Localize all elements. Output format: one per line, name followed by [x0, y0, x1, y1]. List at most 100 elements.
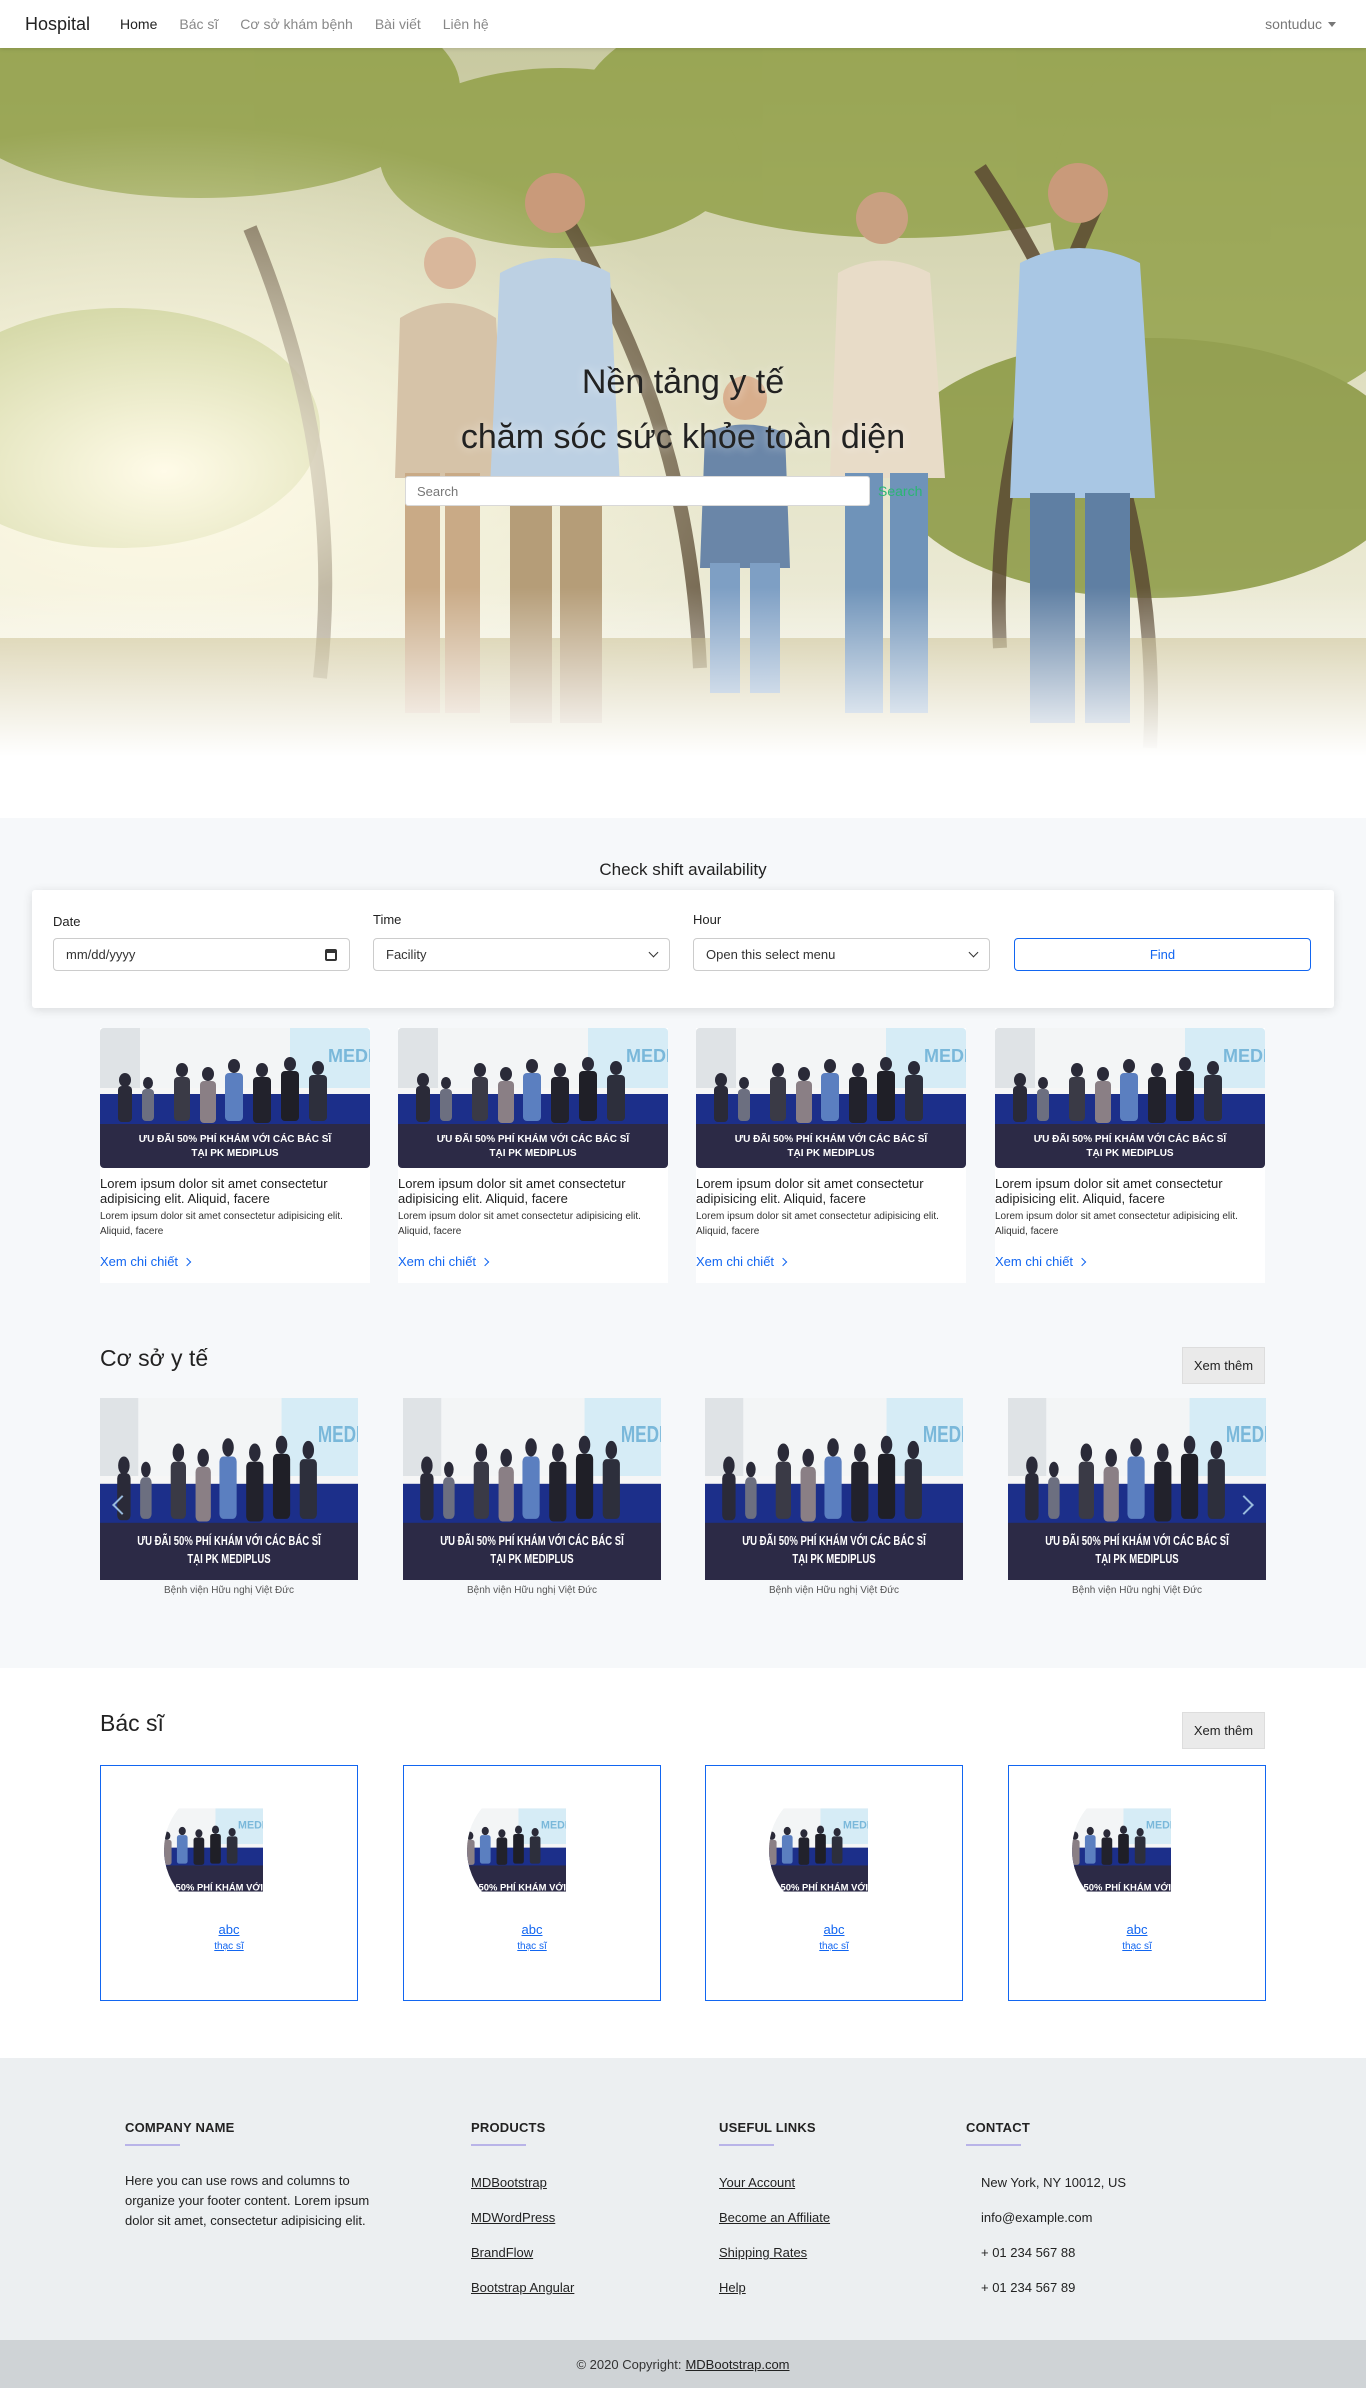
hero-search-input[interactable] — [405, 476, 870, 506]
contact-address: New York, NY 10012, US — [981, 2175, 1127, 2190]
footer: COMPANY NAME Here you can use rows and c… — [0, 2058, 1366, 2340]
doctor-card[interactable]: ƯU ĐÃI 50% PHÍ KHÁM VỚI CÁC BÁC SĨ TẠI P… — [1008, 1765, 1266, 2001]
banner-line2: TẠI PK MEDIPLUS — [787, 1148, 875, 1159]
time-label: Time — [373, 912, 402, 927]
footer-divider — [966, 2144, 1021, 2146]
banner-line1: ƯU ĐÃI 50% PHÍ KHÁM VỚI CÁC BÁC SĨ — [1034, 1132, 1228, 1145]
banner-line1: ƯU ĐÃI 50% PHÍ KHÁM VỚI CÁC BÁC SĨ — [440, 1534, 624, 1549]
copyright-text: © 2020 Copyright: — [576, 2356, 682, 2372]
footer-link-shipping[interactable]: Shipping Rates — [719, 2245, 807, 2260]
banner-line1: ƯU ĐÃI 50% PHÍ KHÁM VỚI CÁC BÁC SĨ — [1045, 1534, 1229, 1549]
news-text: Lorem ipsum dolor sit amet consectetur a… — [995, 1211, 1238, 1237]
footer-link-bootstrap-angular[interactable]: Bootstrap Angular — [471, 2280, 574, 2295]
facility-card[interactable]: ƯU ĐÃI 50% PHÍ KHÁM VỚI CÁC BÁC SĨ TẠI P… — [1008, 1398, 1266, 1598]
read-more-link[interactable]: Xem chi chiết — [696, 1254, 788, 1269]
banner-line1: ƯU ĐÃI 50% PHÍ KHÁM VỚI CÁC BÁC SĨ — [139, 1132, 333, 1145]
doctor-name[interactable]: abc — [1009, 1922, 1265, 1937]
footer-link-help[interactable]: Help — [719, 2280, 746, 2295]
doctors-section: Bác sĩ Xem thêm ƯU ĐÃI 50% PHÍ KHÁM VỚI … — [0, 1668, 1366, 2058]
time-select[interactable]: Facility — [373, 938, 670, 971]
doctors-more-button[interactable]: Xem thêm — [1182, 1712, 1265, 1749]
nav-contact[interactable]: Liên hệ — [443, 16, 489, 32]
calendar-icon[interactable] — [325, 948, 337, 961]
nav-doctors[interactable]: Bác sĩ — [179, 16, 218, 32]
find-button[interactable]: Find — [1014, 938, 1311, 971]
banner-line1: ƯU ĐÃI 50% PHÍ KHÁM VỚI CÁC BÁC SĨ — [1072, 1882, 1204, 1893]
caret-down-icon — [1328, 21, 1336, 27]
doctor-name[interactable]: abc — [404, 1922, 660, 1937]
shift-heading: Check shift availability — [599, 860, 767, 879]
doctor-card[interactable]: ƯU ĐÃI 50% PHÍ KHÁM VỚI CÁC BÁC SĨ TẠI P… — [403, 1765, 661, 2001]
facility-card[interactable]: ƯU ĐÃI 50% PHÍ KHÁM VỚI CÁC BÁC SĨ TẠI P… — [100, 1398, 358, 1598]
hero-search-button[interactable]: Search — [878, 476, 922, 506]
news-card: ƯU ĐÃI 50% PHÍ KHÁM VỚI CÁC BÁC SĨ TẠI P… — [398, 1028, 668, 1283]
facility-name: Bệnh viện Hữu nghị Việt Đức — [1072, 1585, 1202, 1596]
footer-link-mdbootstrap[interactable]: MDBootstrap — [471, 2175, 547, 2190]
shift-section: Check shift availability Date mm/dd/yyyy… — [0, 818, 1366, 1668]
doctor-name[interactable]: abc — [101, 1922, 357, 1937]
news-text: Lorem ipsum dolor sit amet consectetur a… — [100, 1211, 343, 1237]
doctor-card[interactable]: ƯU ĐÃI 50% PHÍ KHÁM VỚI CÁC BÁC SĨ TẠI P… — [705, 1765, 963, 2001]
hero-title-line1: Nền tảng y tế — [581, 363, 785, 401]
footer-products-heading: PRODUCTS — [471, 2120, 546, 2135]
copyright-bar: © 2020 Copyright: MDBootstrap.com — [0, 2340, 1366, 2388]
news-image[interactable]: ƯU ĐÃI 50% PHÍ KHÁM VỚI CÁC BÁC SĨ TẠI P… — [398, 1028, 668, 1168]
facilities-title: Cơ sở y tế — [100, 1345, 209, 1371]
banner-line2: TẠI PK MEDIPLUS — [191, 1148, 279, 1159]
facilities-more-button[interactable]: Xem thêm — [1182, 1347, 1265, 1384]
nav-facilities[interactable]: Cơ sở khám bệnh — [240, 16, 353, 32]
chevron-right-icon — [480, 1257, 490, 1266]
facility-image: ƯU ĐÃI 50% PHÍ KHÁM VỚI CÁC BÁC SĨ TẠI P… — [705, 1398, 963, 1580]
footer-contact: CONTACT New York, NY 10012, US info@exam… — [966, 2120, 1206, 2320]
user-menu[interactable]: sontuduc — [1265, 16, 1336, 32]
read-more-link[interactable]: Xem chi chiết — [100, 1254, 192, 1269]
read-more-label: Xem chi chiết — [995, 1254, 1074, 1269]
doctor-title[interactable]: thạc sĩ — [404, 1941, 660, 1952]
brand-logo[interactable]: Hospital — [25, 14, 90, 35]
banner-line2: TẠI PK MEDIPLUS — [792, 1553, 876, 1567]
banner-line2: TẠI PK MEDIPLUS — [492, 1895, 574, 1906]
nav-articles[interactable]: Bài viết — [375, 16, 421, 32]
doctor-card[interactable]: ƯU ĐÃI 50% PHÍ KHÁM VỚI CÁC BÁC SĨ TẠI P… — [100, 1765, 358, 2001]
news-title: Lorem ipsum dolor sit amet consectetur a… — [995, 1176, 1223, 1206]
read-more-link[interactable]: Xem chi chiết — [398, 1254, 490, 1269]
navbar: Hospital Home Bác sĩ Cơ sở khám bệnh Bài… — [0, 0, 1366, 48]
copyright-link[interactable]: MDBootstrap.com — [685, 2357, 789, 2372]
doctor-title[interactable]: thạc sĩ — [101, 1941, 357, 1952]
footer-link-brandflow[interactable]: BrandFlow — [471, 2245, 533, 2260]
news-card: ƯU ĐÃI 50% PHÍ KHÁM VỚI CÁC BÁC SĨ TẠI P… — [696, 1028, 966, 1283]
doctor-name[interactable]: abc — [706, 1922, 962, 1937]
news-image[interactable]: ƯU ĐÃI 50% PHÍ KHÁM VỚI CÁC BÁC SĨ TẠI P… — [696, 1028, 966, 1168]
avatar: ƯU ĐÃI 50% PHÍ KHÁM VỚI CÁC BÁC SĨ TẠI P… — [769, 1784, 901, 1916]
news-image[interactable]: ƯU ĐÃI 50% PHÍ KHÁM VỚI CÁC BÁC SĨ TẠI P… — [100, 1028, 370, 1168]
facility-card[interactable]: ƯU ĐÃI 50% PHÍ KHÁM VỚI CÁC BÁC SĨ TẠI P… — [705, 1398, 963, 1598]
doctor-title[interactable]: thạc sĩ — [1009, 1941, 1265, 1952]
facility-name: Bệnh viện Hữu nghị Việt Đức — [769, 1585, 899, 1596]
contact-fax: + 01 234 567 89 — [981, 2280, 1076, 2295]
footer-link-account[interactable]: Your Account — [719, 2175, 795, 2190]
hour-label: Hour — [693, 912, 722, 927]
date-input[interactable]: mm/dd/yyyy — [53, 938, 350, 971]
facility-card[interactable]: ƯU ĐÃI 50% PHÍ KHÁM VỚI CÁC BÁC SĨ TẠI P… — [403, 1398, 661, 1598]
footer-divider — [719, 2144, 774, 2146]
hour-select[interactable]: Open this select menu — [693, 938, 990, 971]
footer-link-mdwordpress[interactable]: MDWordPress — [471, 2210, 555, 2225]
banner-line2: TẠI PK MEDIPLUS — [187, 1553, 271, 1567]
footer-divider — [125, 2144, 180, 2146]
banner-line1: ƯU ĐÃI 50% PHÍ KHÁM VỚI CÁC BÁC SĨ — [137, 1534, 321, 1549]
banner-line1: ƯU ĐÃI 50% PHÍ KHÁM VỚI CÁC BÁC SĨ — [769, 1882, 901, 1893]
chevron-down-icon — [968, 947, 979, 958]
read-more-label: Xem chi chiết — [398, 1254, 477, 1269]
read-more-link[interactable]: Xem chi chiết — [995, 1254, 1087, 1269]
chevron-right-icon — [778, 1257, 788, 1266]
footer-useful-heading: USEFUL LINKS — [719, 2120, 816, 2135]
news-image[interactable]: ƯU ĐÃI 50% PHÍ KHÁM VỚI CÁC BÁC SĨ TẠI P… — [995, 1028, 1265, 1168]
banner-line1: ƯU ĐÃI 50% PHÍ KHÁM VỚI CÁC BÁC SĨ — [437, 1132, 631, 1145]
news-title: Lorem ipsum dolor sit amet consectetur a… — [696, 1176, 924, 1206]
footer-link-affiliate[interactable]: Become an Affiliate — [719, 2210, 830, 2225]
nav-home[interactable]: Home — [120, 16, 157, 32]
doctors-title: Bác sĩ — [100, 1710, 164, 1736]
banner-line2: TẠI PK MEDIPLUS — [1086, 1148, 1174, 1159]
user-name: sontuduc — [1265, 16, 1322, 32]
doctor-title[interactable]: thạc sĩ — [706, 1941, 962, 1952]
